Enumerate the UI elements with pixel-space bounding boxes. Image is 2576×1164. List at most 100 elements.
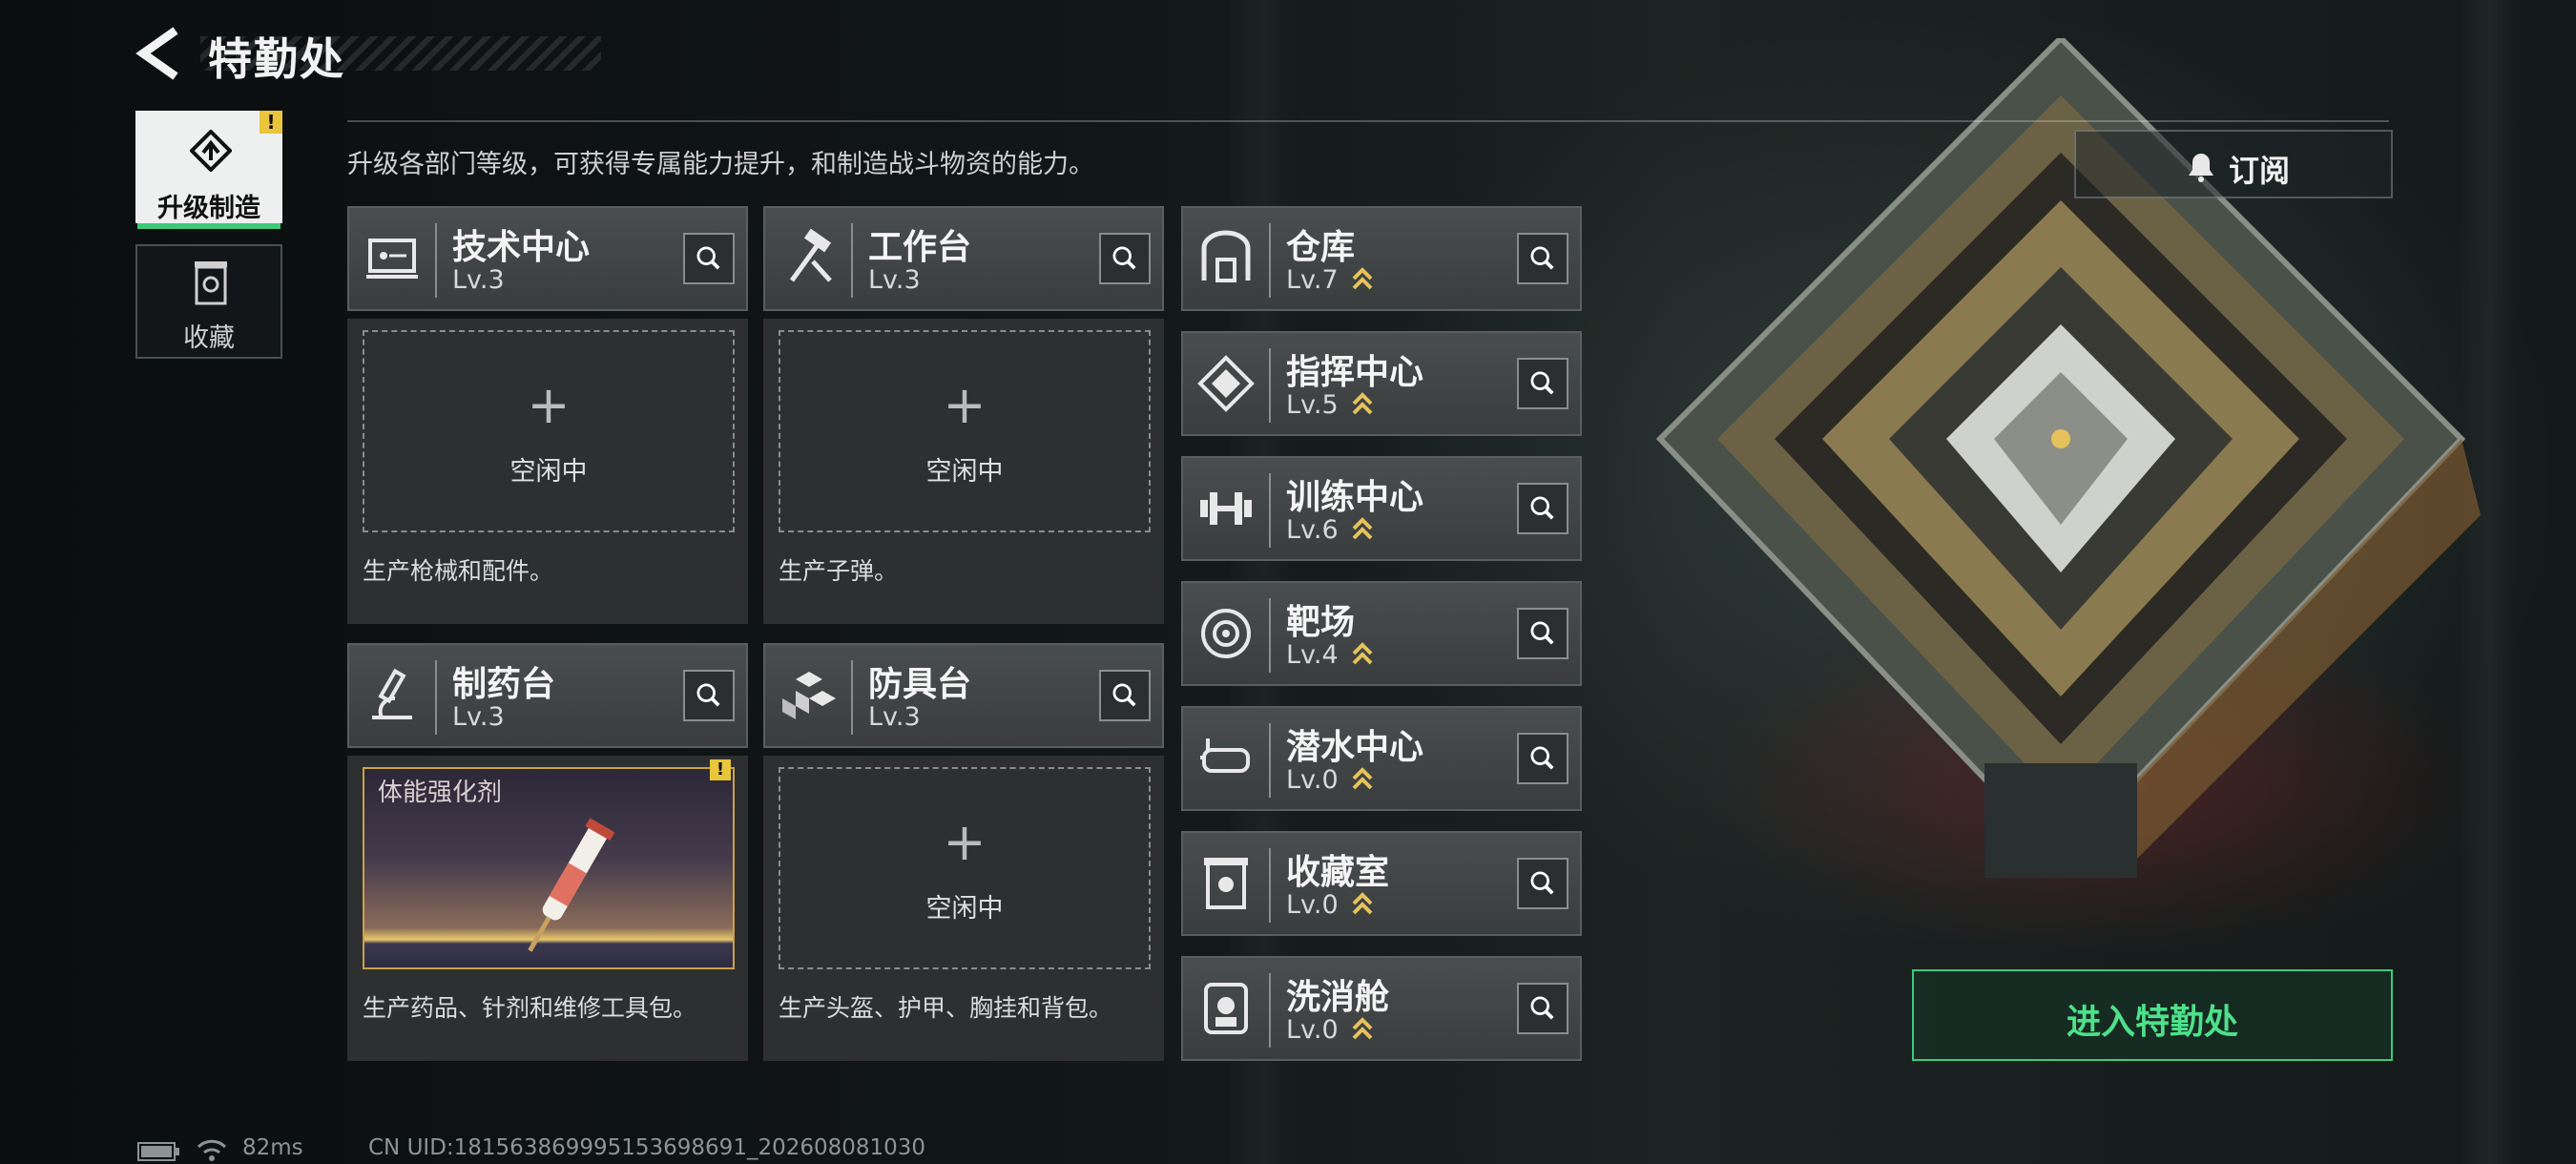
department-level: Lv.5 (1286, 390, 1339, 420)
upgrade-available-icon (1352, 517, 1373, 540)
department-name: 靶场 (1286, 603, 1356, 642)
separator (1269, 223, 1271, 298)
department-shooting-range[interactable]: 靶场 Lv.4 (1181, 581, 1582, 686)
armor-bench-icon (782, 672, 836, 719)
slot-item-name: 体能强化剂 (378, 779, 503, 807)
wifi-icon (197, 1139, 227, 1161)
diving-center-icon (1200, 738, 1250, 773)
search-icon[interactable] (1099, 670, 1151, 721)
workstation-level: Lv.3 (452, 265, 505, 295)
production-slot-in-progress[interactable]: 体能强化剂 (363, 767, 735, 969)
divider (347, 120, 2389, 122)
separator (1269, 973, 1271, 1048)
subscribe-label: 订阅 (2229, 153, 2291, 189)
workstation-description: 生产子弹。 (779, 557, 899, 585)
tab-collection[interactable]: 收藏 (135, 244, 282, 359)
workstation-name: 技术中心 (452, 228, 591, 267)
workstation-header-workbench[interactable]: 工作台 Lv.3 (763, 206, 1164, 311)
department-level: Lv.4 (1286, 640, 1339, 670)
department-name: 洗消舱 (1286, 978, 1390, 1017)
department-level: Lv.6 (1286, 515, 1339, 545)
add-icon: + (943, 375, 987, 435)
bell-icon (2189, 154, 2213, 182)
alert-badge: ! (260, 111, 282, 134)
department-training-center[interactable]: 训练中心 Lv.6 (1181, 456, 1582, 561)
ping-text: 82ms (242, 1135, 303, 1160)
production-slot[interactable]: + 空闲中 (779, 767, 1151, 969)
active-tab-indicator (137, 223, 280, 229)
workstation-header-pharmacy[interactable]: 制药台 Lv.3 (347, 643, 748, 748)
tech-center-icon (366, 239, 418, 279)
training-center-icon (1200, 492, 1252, 525)
upgrade-available-icon (1352, 642, 1373, 665)
separator (851, 223, 853, 298)
department-name: 指挥中心 (1286, 353, 1424, 392)
upgrade-available-icon (1352, 892, 1373, 915)
workstation-description: 生产药品、针剂和维修工具包。 (363, 994, 697, 1022)
department-level: Lv.0 (1286, 890, 1339, 920)
add-icon: + (527, 375, 571, 435)
workstation-description: 生产头盔、护甲、胸挂和背包。 (779, 994, 1113, 1022)
workstation-name: 防具台 (868, 665, 972, 704)
workstation-header-tech-center[interactable]: 技术中心 Lv.3 (347, 206, 748, 311)
enter-button-label: 进入特勤处 (2066, 1003, 2238, 1042)
upgrade-available-icon (1352, 767, 1373, 790)
add-icon: + (943, 812, 987, 872)
tab-label: 收藏 (183, 323, 235, 353)
workstation-body-armor-bench: + 空闲中 生产头盔、护甲、胸挂和背包。 (763, 756, 1164, 1061)
department-collection-room[interactable]: 收藏室 Lv.0 (1181, 831, 1582, 936)
workstation-header-armor-bench[interactable]: 防具台 Lv.3 (763, 643, 1164, 748)
separator (435, 660, 437, 735)
department-level: Lv.0 (1286, 1015, 1339, 1045)
search-icon[interactable] (1517, 983, 1568, 1034)
production-slot[interactable]: + 空闲中 (363, 330, 735, 532)
workstation-name: 工作台 (868, 228, 972, 267)
workstation-body-tech-center: + 空闲中 生产枪械和配件。 (347, 319, 748, 624)
workbench-icon (789, 229, 832, 282)
decontamination-icon (1204, 983, 1248, 1034)
upgrade-icon (190, 130, 232, 172)
workstation-level: Lv.3 (452, 702, 505, 732)
search-icon[interactable] (1517, 608, 1568, 659)
subscribe-button[interactable]: 订阅 (2074, 130, 2393, 198)
search-icon[interactable] (1517, 358, 1568, 409)
enter-special-ops-button[interactable]: 进入特勤处 (1912, 969, 2393, 1061)
battery-icon (137, 1142, 179, 1161)
warehouse-icon (1201, 230, 1251, 282)
separator (1269, 598, 1271, 673)
search-icon[interactable] (1517, 483, 1568, 534)
production-slot[interactable]: + 空闲中 (779, 330, 1151, 532)
tab-label: 升级制造 (157, 194, 260, 223)
search-icon[interactable] (1517, 858, 1568, 909)
department-decontamination[interactable]: 洗消舱 Lv.0 (1181, 956, 1582, 1061)
workstation-name: 制药台 (452, 665, 556, 704)
search-icon[interactable] (1517, 733, 1568, 784)
separator (1269, 473, 1271, 548)
slot-status: 空闲中 (925, 457, 1004, 487)
search-icon[interactable] (1517, 233, 1568, 284)
department-diving-center[interactable]: 潜水中心 Lv.0 (1181, 706, 1582, 811)
collection-room-icon (1204, 858, 1248, 909)
page-title: 特勤处 (208, 33, 345, 85)
search-icon[interactable] (683, 233, 735, 284)
back-arrow-icon[interactable] (134, 25, 183, 82)
slot-status: 空闲中 (509, 457, 588, 487)
page-description: 升级各部门等级，可获得专属能力提升，和制造战斗物资的能力。 (347, 150, 1094, 179)
department-command-center[interactable]: 指挥中心 Lv.5 (1181, 331, 1582, 436)
separator (1269, 723, 1271, 798)
uid-text: CN UID:181563869995153698691_20260808103… (368, 1135, 926, 1160)
alert-badge: ! (710, 759, 731, 780)
department-level: Lv.0 (1286, 765, 1339, 795)
command-center-icon (1197, 355, 1255, 412)
slot-status: 空闲中 (925, 894, 1004, 924)
search-icon[interactable] (683, 670, 735, 721)
workstation-description: 生产枪械和配件。 (363, 557, 554, 585)
department-name: 潜水中心 (1286, 728, 1424, 767)
pharmacy-icon (372, 668, 412, 719)
workstation-level: Lv.3 (868, 702, 921, 732)
search-icon[interactable] (1099, 233, 1151, 284)
department-warehouse[interactable]: 仓库 Lv.7 (1181, 206, 1582, 311)
department-level: Lv.7 (1286, 265, 1339, 295)
separator (435, 223, 437, 298)
separator (1269, 848, 1271, 923)
